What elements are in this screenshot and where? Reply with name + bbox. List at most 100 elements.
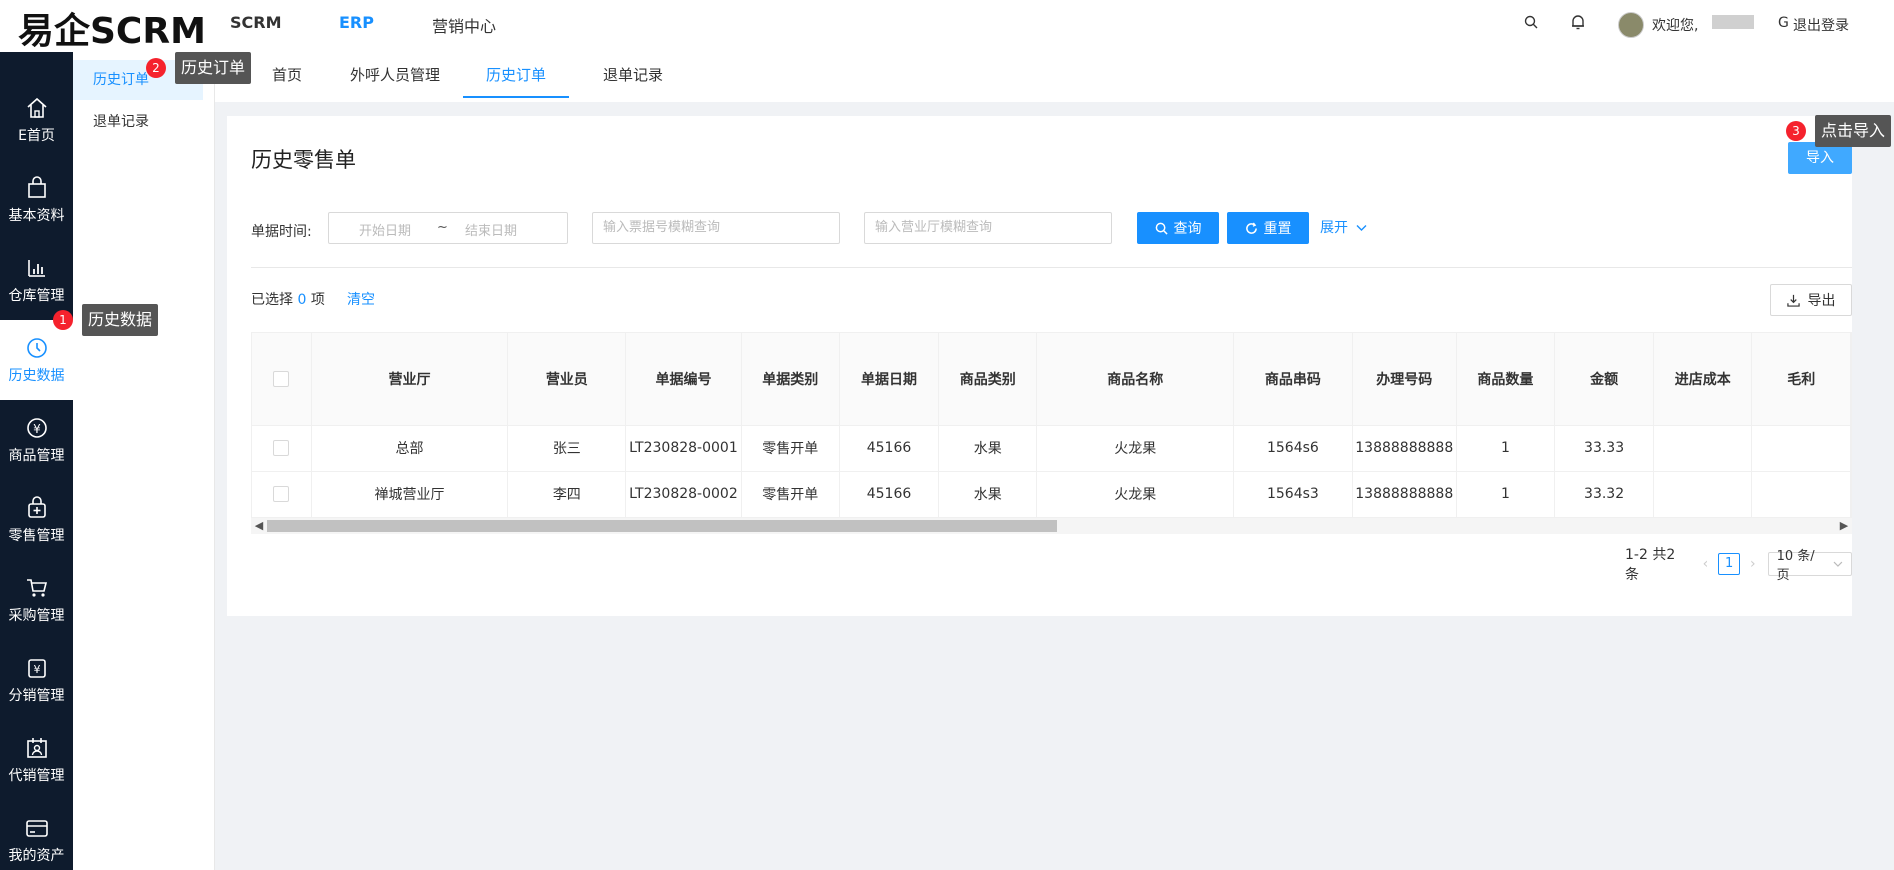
expand-filters-link[interactable]: 展开	[1320, 212, 1367, 244]
yen-bag-icon: ¥	[27, 659, 46, 678]
filter-divider	[251, 267, 1852, 268]
prev-page-icon[interactable]: ‹	[1703, 556, 1709, 572]
cart-icon	[26, 579, 47, 597]
scroll-left-icon[interactable]: ◀	[251, 518, 267, 534]
selection-count: 0	[297, 292, 307, 308]
column-header: 进店成本	[1653, 333, 1753, 426]
end-date-input[interactable]: 结束日期	[465, 220, 517, 239]
column-header: 办理号码	[1352, 333, 1457, 426]
table-header-row: 营业厅 营业员 单据编号 单据类别 单据日期 商品类别 商品名称 商品串码 办理…	[252, 333, 1851, 426]
sidebar-item-warehouse[interactable]: 仓库管理	[0, 240, 73, 320]
orders-table: 营业厅 营业员 单据编号 单据类别 单据日期 商品类别 商品名称 商品串码 办理…	[251, 332, 1852, 534]
column-header: 商品名称	[1036, 333, 1235, 426]
sidebar-item-goods[interactable]: ¥ 商品管理	[0, 400, 73, 480]
avatar[interactable]	[1618, 12, 1644, 38]
sidebar-item-label: 分销管理	[8, 688, 65, 704]
scrollbar-thumb[interactable]	[267, 520, 1057, 532]
table-cell: 45166	[839, 471, 939, 518]
table-cell: 水果	[938, 425, 1038, 472]
page-size-select[interactable]: 10 条/页	[1767, 549, 1852, 583]
table-row[interactable]: 总部 张三 LT230828-0001 零售开单 45166 水果 火龙果 15…	[252, 425, 1851, 472]
sidebar-item-label: 代销管理	[8, 768, 65, 784]
store-search-input[interactable]: 输入营业厅模糊查询	[864, 212, 1112, 244]
query-button[interactable]: 查询	[1137, 212, 1219, 244]
welcome-text: 欢迎您,	[1652, 18, 1699, 34]
table-cell: 禅城营业厅	[311, 471, 509, 518]
row-checkbox[interactable]	[273, 440, 290, 456]
table-cell: 零售开单	[741, 425, 841, 472]
table-cell: 张三	[507, 425, 627, 472]
table-cell: 火龙果	[1036, 471, 1235, 518]
logout-icon[interactable]: G	[1778, 15, 1789, 31]
sidebar-item-basic[interactable]: 基本资料	[0, 160, 73, 240]
page-title: 历史零售单	[251, 148, 356, 172]
reset-button[interactable]: 重置	[1227, 212, 1309, 244]
bell-icon[interactable]	[1571, 14, 1585, 34]
table-cell: 水果	[938, 471, 1038, 518]
step-badge-1: 1	[53, 310, 73, 330]
refresh-icon	[1245, 222, 1257, 234]
next-page-icon[interactable]: ›	[1750, 556, 1756, 572]
sidebar-item-label: 商品管理	[8, 448, 65, 464]
column-header: 营业员	[507, 333, 627, 426]
date-range-picker[interactable]: 开始日期 ~ 结束日期	[328, 212, 568, 244]
search-icon	[1155, 222, 1168, 235]
column-header: 商品类别	[938, 333, 1038, 426]
tooltip-history-data: 历史数据	[82, 304, 159, 336]
column-header: 单据类别	[741, 333, 841, 426]
retail-bag-icon	[27, 496, 46, 518]
tab-bar: 首页 外呼人员管理 历史订单 退单记录	[215, 52, 1894, 102]
sidebar-item-home[interactable]: E首页	[0, 80, 73, 160]
logout-link[interactable]: 退出登录	[1793, 15, 1849, 35]
sidebar-item-label: 采购管理	[8, 608, 65, 624]
export-button[interactable]: 导出	[1770, 284, 1852, 316]
ticket-search-input[interactable]: 输入票据号模糊查询	[592, 212, 840, 244]
sidebar-item-consignment[interactable]: 代销管理	[0, 720, 73, 800]
home-icon	[26, 97, 47, 118]
table-cell	[1751, 471, 1851, 518]
clear-selection-link[interactable]: 清空	[347, 284, 375, 316]
column-header: 单据编号	[625, 333, 742, 426]
horizontal-scrollbar[interactable]: ◀ ▶	[251, 518, 1852, 534]
select-all-checkbox[interactable]	[273, 370, 290, 387]
table-cell: 零售开单	[741, 471, 841, 518]
sidebar-item-history[interactable]: 历史数据	[0, 320, 73, 400]
table-cell: 13888888888	[1352, 425, 1457, 472]
select-all-cell[interactable]	[252, 333, 312, 426]
table-cell: LT230828-0001	[625, 425, 742, 472]
svg-text:¥: ¥	[33, 422, 41, 436]
sidebar-item-purchase[interactable]: 采购管理	[0, 560, 73, 640]
page-number-current[interactable]: 1	[1718, 553, 1740, 575]
search-icon[interactable]	[1524, 15, 1538, 33]
table-cell: 火龙果	[1036, 425, 1235, 472]
chevron-down-icon	[1833, 561, 1843, 567]
submenu-item-refund-records[interactable]: 退单记录	[73, 102, 203, 142]
tab-history-orders[interactable]: 历史订单	[463, 52, 569, 98]
sidebar-item-retail[interactable]: 零售管理	[0, 480, 73, 560]
tab-home[interactable]: 首页	[257, 52, 317, 98]
topnav-scrm[interactable]: SCRM	[230, 13, 282, 32]
table-row[interactable]: 禅城营业厅 李四 LT230828-0002 零售开单 45166 水果 火龙果…	[252, 471, 1851, 518]
table-cell: 45166	[839, 425, 939, 472]
sidebar-item-distribution[interactable]: ¥ 分销管理	[0, 640, 73, 720]
selection-info: 已选择 0 项	[251, 292, 325, 308]
yen-circle-icon: ¥	[26, 418, 47, 438]
table-cell: 1	[1456, 425, 1556, 472]
download-icon	[1786, 294, 1800, 307]
tab-refund-records[interactable]: 退单记录	[587, 52, 679, 98]
sidebar-item-label: E首页	[18, 128, 55, 144]
sidebar-item-assets[interactable]: 我的资产	[0, 800, 73, 870]
table-cell: 总部	[311, 425, 509, 472]
tab-callers[interactable]: 外呼人员管理	[335, 52, 455, 98]
svg-text:¥: ¥	[33, 663, 40, 676]
table-cell: 1564s3	[1233, 471, 1353, 518]
secondary-menu: 历史订单 退单记录	[73, 52, 215, 870]
row-checkbox[interactable]	[273, 486, 290, 502]
card-icon	[25, 820, 48, 837]
topnav-erp[interactable]: ERP	[339, 13, 374, 32]
topnav-marketing[interactable]: 营销中心	[432, 13, 496, 37]
start-date-input[interactable]: 开始日期	[359, 220, 411, 239]
bar-chart-icon	[27, 260, 45, 277]
calendar-user-icon	[26, 738, 47, 758]
scroll-right-icon[interactable]: ▶	[1836, 518, 1852, 534]
